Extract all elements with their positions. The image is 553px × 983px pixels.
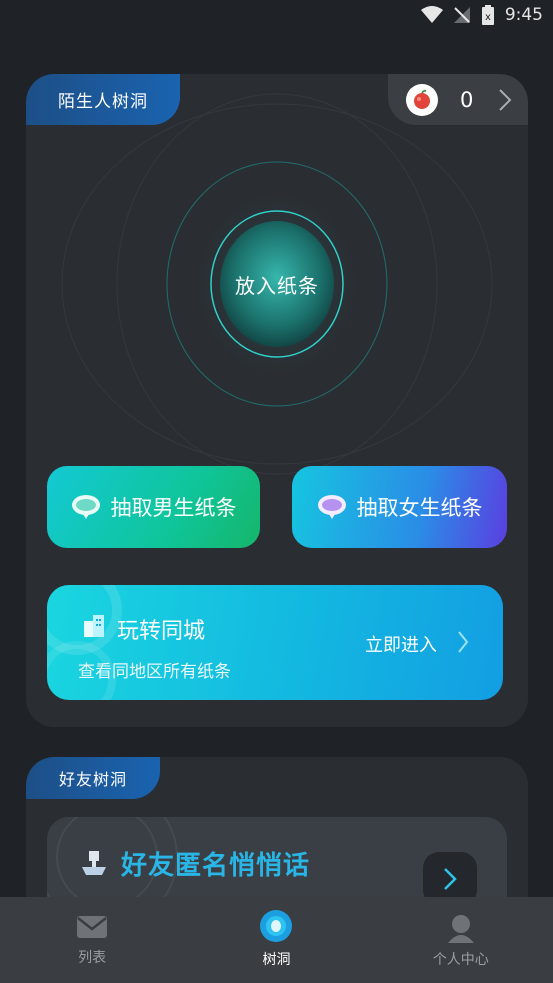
status-bar: x 9:45	[0, 0, 553, 30]
chat-bubble-icon	[71, 495, 100, 519]
status-time: 9:45	[504, 5, 543, 25]
city-title: 玩转同城	[117, 619, 206, 644]
coin-balance[interactable]: 0	[388, 74, 528, 125]
chevron-right-icon	[458, 631, 469, 653]
friend-banner-title: 好友匿名悄悄话	[121, 851, 311, 881]
no-signal-icon	[453, 7, 470, 23]
nav-item-profile[interactable]: 个人中心	[369, 897, 553, 983]
chevron-right-icon	[444, 868, 457, 890]
stranger-treehole-card: 陌生人树洞 0 放入纸条 抽取男生纸条 抽取女生纸条 玩转同城 查看同地区所有纸…	[26, 74, 528, 727]
nav-item-treehole[interactable]: 树洞	[184, 897, 368, 983]
apple-coin-icon	[406, 83, 438, 116]
svg-text:x: x	[485, 12, 491, 23]
treehole-icon	[260, 910, 293, 942]
city-buildings-icon	[84, 615, 104, 637]
city-subtitle: 查看同地区所有纸条	[78, 662, 231, 682]
same-city-card[interactable]: 玩转同城 查看同地区所有纸条 立即进入	[47, 585, 503, 700]
drop-note-button[interactable]: 放入纸条	[215, 222, 339, 346]
wifi-icon	[420, 6, 443, 23]
nav-label-profile: 个人中心	[432, 952, 489, 968]
chat-bubble-icon	[317, 495, 346, 519]
stranger-tag: 陌生人树洞	[26, 74, 180, 125]
friends-tag: 好友树洞	[26, 757, 160, 799]
mail-icon	[77, 916, 108, 938]
boat-icon	[82, 851, 106, 875]
chevron-right-icon	[499, 89, 512, 111]
bottom-navigation: 列表 树洞 个人中心	[0, 897, 553, 983]
nav-item-list[interactable]: 列表	[0, 897, 184, 983]
nav-label-treehole: 树洞	[262, 952, 291, 968]
coin-count: 0	[460, 87, 474, 112]
battery-icon: x	[481, 5, 494, 25]
pick-female-label: 抽取女生纸条	[356, 496, 483, 520]
pick-female-note-button[interactable]: 抽取女生纸条	[292, 466, 507, 548]
person-icon	[447, 915, 474, 943]
pick-male-note-button[interactable]: 抽取男生纸条	[47, 466, 260, 548]
city-enter-link[interactable]: 立即进入	[365, 631, 437, 657]
nav-label-list: 列表	[78, 950, 107, 966]
pick-male-label: 抽取男生纸条	[110, 496, 237, 520]
